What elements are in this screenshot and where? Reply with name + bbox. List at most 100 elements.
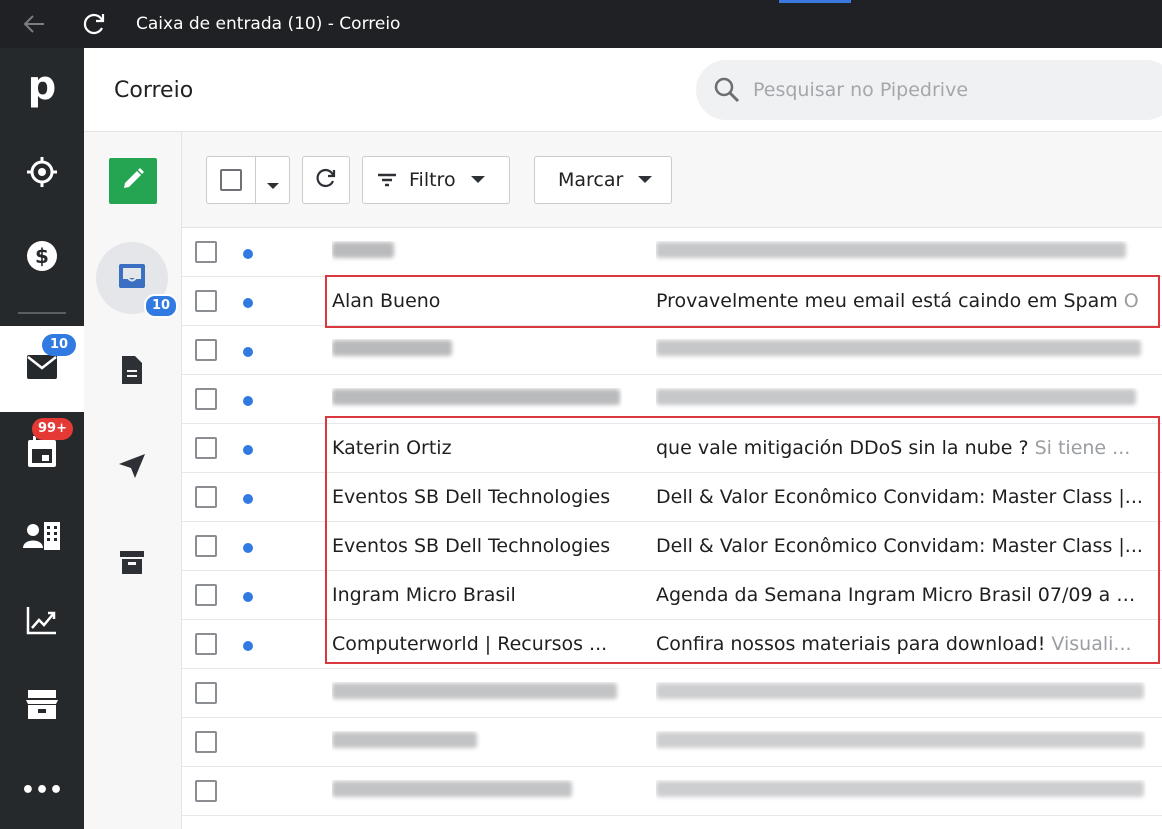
unread-dot: [243, 445, 253, 455]
mail-subject-text: Provavelmente meu email está caindo em S…: [656, 290, 1118, 312]
mail-subject: Agenda da Semana Ingram Micro Brasil 07/…: [656, 584, 1146, 606]
mark-button[interactable]: Marcar: [534, 156, 672, 204]
mail-row[interactable]: Eventos SB Dell Technologies Dell & Valo…: [182, 522, 1162, 571]
mail-preview: Visuali...: [1051, 633, 1132, 655]
filter-icon: [377, 173, 397, 187]
rail-item-contacts[interactable]: [0, 496, 84, 580]
folder-archive[interactable]: [114, 546, 150, 582]
chevron-down-icon[interactable]: [265, 176, 281, 195]
folder-drafts[interactable]: [114, 354, 150, 390]
mail-from: [332, 339, 622, 361]
unread-dot: [243, 543, 253, 553]
calendar-badge: 99+: [32, 418, 73, 440]
contacts-icon: [23, 520, 61, 556]
mail-from: [332, 731, 622, 753]
inbox-icon: [117, 262, 147, 294]
chart-trend-icon: [26, 605, 58, 639]
inbox-badge: 10: [144, 294, 179, 318]
mail-subject: [656, 731, 1146, 753]
mail-from: [332, 682, 622, 704]
mail-subject: Dell & Valor Econômico Convidam: Master …: [656, 535, 1143, 557]
rail-divider: [18, 312, 66, 314]
mail-row[interactable]: Ingram Micro Brasil Agenda da Semana Ing…: [182, 571, 1162, 620]
unread-dot: [243, 347, 253, 357]
dollar-icon: $: [25, 239, 59, 277]
row-checkbox[interactable]: [195, 388, 217, 410]
mail-subject-text: Confira nossos materiais para download!: [656, 633, 1046, 655]
mail-subject: Provavelmente meu email está caindo em S…: [656, 290, 1146, 312]
rail-item-leads[interactable]: [0, 132, 84, 216]
row-checkbox[interactable]: [195, 486, 217, 508]
mail-subject: [656, 339, 1146, 361]
row-checkbox[interactable]: [195, 731, 217, 753]
mail-subject: [656, 241, 1146, 263]
mail-subject: Dell & Valor Econômico Convidam: Master …: [656, 486, 1143, 508]
envelope-icon: [25, 353, 59, 385]
target-icon: [25, 155, 59, 193]
mail-from: [332, 388, 622, 410]
mail-row[interactable]: [182, 228, 1162, 277]
mail-from: Katerin Ortiz: [332, 437, 452, 459]
filter-button[interactable]: Filtro: [362, 156, 510, 204]
row-checkbox[interactable]: [195, 682, 217, 704]
mail-subject: [656, 388, 1146, 410]
back-arrow-icon[interactable]: [20, 10, 48, 38]
store-icon: [25, 688, 59, 724]
select-all-control[interactable]: [206, 156, 290, 204]
filter-label: Filtro: [409, 169, 456, 191]
mail-row[interactable]: Alan Bueno Provavelmente meu email está …: [182, 277, 1162, 326]
mail-row[interactable]: [182, 326, 1162, 375]
app-rail: p $ 10 99+ •••: [0, 48, 84, 829]
rail-more-button[interactable]: •••: [0, 748, 84, 829]
pipedrive-logo[interactable]: p: [22, 64, 62, 108]
calendar-icon: [26, 435, 58, 473]
row-checkbox[interactable]: [195, 290, 217, 312]
refresh-icon: [315, 167, 337, 193]
pencil-icon: [120, 166, 146, 196]
mail-row[interactable]: Eventos SB Dell Technologies Dell & Valo…: [182, 473, 1162, 522]
mail-row[interactable]: Computerworld | Recursos ... Confira nos…: [182, 620, 1162, 669]
mail-from: Eventos SB Dell Technologies: [332, 486, 611, 508]
mail-preview: O: [1123, 290, 1139, 312]
mail-row[interactable]: [182, 669, 1162, 718]
rail-item-deals[interactable]: $: [0, 216, 84, 300]
mail-toolbar: Filtro Marcar: [182, 132, 1162, 228]
reload-icon[interactable]: [80, 10, 108, 38]
mail-subject: Confira nossos materiais para download! …: [656, 633, 1146, 655]
rail-item-products[interactable]: [0, 664, 84, 748]
window-title: Caixa de entrada (10) - Correio: [136, 14, 401, 34]
mail-row[interactable]: [182, 767, 1162, 816]
search-box[interactable]: Pesquisar no Pipedrive: [696, 60, 1162, 120]
send-icon: [117, 452, 147, 484]
chevron-down-icon: [470, 175, 486, 185]
row-checkbox[interactable]: [195, 241, 217, 263]
row-checkbox[interactable]: [195, 780, 217, 802]
row-checkbox[interactable]: [195, 584, 217, 606]
row-checkbox[interactable]: [195, 633, 217, 655]
mail-list: Alan Bueno Provavelmente meu email está …: [182, 228, 1162, 816]
mail-subject: [656, 682, 1146, 704]
mail-row[interactable]: [182, 375, 1162, 424]
folder-sent[interactable]: [114, 450, 150, 486]
mail-from: Alan Bueno: [332, 290, 441, 312]
mail-row[interactable]: [182, 718, 1162, 767]
mail-row[interactable]: Katerin Ortiz que vale mitigación DDoS s…: [182, 424, 1162, 473]
mail-from: [332, 780, 622, 802]
search-input[interactable]: Pesquisar no Pipedrive: [753, 79, 968, 101]
unread-dot: [243, 396, 253, 406]
compose-button[interactable]: [109, 158, 157, 204]
mark-label: Marcar: [558, 169, 624, 191]
row-checkbox[interactable]: [195, 437, 217, 459]
unread-dot: [243, 592, 253, 602]
titlebar-accent: [779, 0, 851, 3]
row-checkbox[interactable]: [195, 535, 217, 557]
mail-subject: que vale mitigación DDoS sin la nube ? S…: [656, 437, 1146, 459]
search-icon: [714, 77, 740, 103]
row-checkbox[interactable]: [195, 339, 217, 361]
refresh-button[interactable]: [302, 156, 350, 204]
select-all-checkbox[interactable]: [220, 169, 242, 191]
rail-item-insights[interactable]: [0, 580, 84, 664]
page-title: Correio: [114, 78, 194, 103]
unread-dot: [243, 298, 253, 308]
unread-dot: [243, 494, 253, 504]
